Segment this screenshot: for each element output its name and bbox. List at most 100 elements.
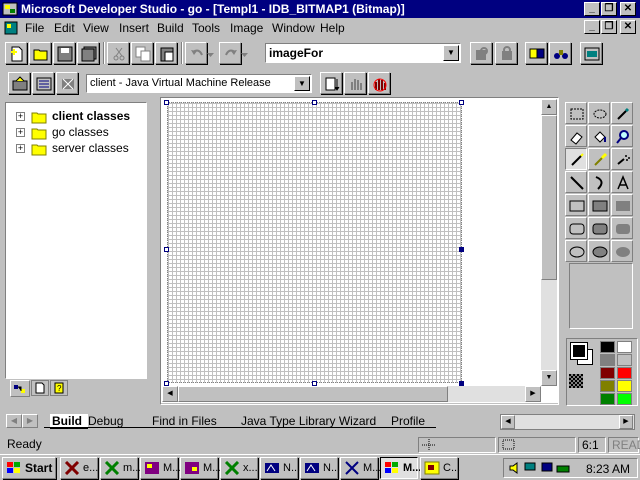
menu-edit[interactable]: Edit [54, 21, 75, 35]
scroll-right-button[interactable]: ▶ [525, 386, 541, 402]
text-tool[interactable] [611, 171, 633, 193]
magnify-tool[interactable] [611, 125, 633, 147]
palette-swatch[interactable] [617, 380, 632, 392]
taskbar-button[interactable]: M... [180, 457, 221, 479]
fill-tool[interactable] [588, 125, 610, 147]
menu-window[interactable]: Window [272, 21, 315, 35]
save-button[interactable] [53, 42, 75, 64]
pick-color-tool[interactable] [611, 102, 633, 124]
paste-button[interactable] [155, 42, 177, 64]
doc-minimize-button[interactable]: _ [584, 20, 600, 34]
taskbar-button[interactable]: C... [420, 457, 460, 479]
workspace-toggle-button[interactable] [525, 42, 547, 64]
palette-swatch[interactable] [600, 393, 615, 405]
tab-find-in-files[interactable]: Find in Files [152, 414, 217, 428]
undo-dropdown[interactable] [205, 42, 217, 64]
expand-icon[interactable]: + [16, 112, 25, 121]
compile-button[interactable] [8, 72, 30, 94]
palette-swatch[interactable] [617, 341, 632, 353]
taskbar-button-active[interactable]: M... [380, 457, 421, 479]
find-in-files-button[interactable] [470, 42, 492, 64]
class-view-tab[interactable] [10, 380, 30, 397]
free-select-tool[interactable] [588, 102, 610, 124]
airbrush-tool[interactable] [611, 148, 633, 170]
select-rect-tool[interactable] [565, 102, 587, 124]
chevron-down-icon[interactable]: ▼ [443, 45, 459, 61]
pencil-tool[interactable] [565, 148, 587, 170]
palette-swatch[interactable] [600, 380, 615, 392]
title-bar[interactable]: Microsoft Developer Studio - go - [Templ… [0, 0, 640, 18]
menu-image[interactable]: Image [230, 21, 263, 35]
scroll-thumb[interactable] [178, 386, 448, 402]
chevron-down-icon[interactable]: ▼ [294, 76, 310, 91]
open-button[interactable] [29, 42, 51, 64]
output-hscrollbar[interactable]: ◀ ▶ [500, 414, 635, 430]
expand-icon[interactable]: + [16, 144, 25, 153]
rectangle-tool[interactable] [565, 194, 587, 216]
taskbar-button[interactable]: e... [60, 457, 98, 479]
file-view-tab[interactable] [31, 380, 49, 396]
remove-breakpoint-button[interactable] [368, 72, 390, 94]
breakpoint-hand-button[interactable] [344, 72, 366, 94]
full-screen-button[interactable] [580, 42, 602, 64]
menu-insert[interactable]: Insert [119, 21, 149, 35]
document-icon[interactable] [3, 20, 19, 36]
close-button[interactable]: ✕ [620, 2, 636, 16]
doc-close-button[interactable]: ✕ [620, 20, 636, 34]
filled-rounded-rect-tool[interactable] [611, 217, 633, 239]
tab-scroll-right-button[interactable]: ▶ [22, 414, 38, 428]
taskbar-button[interactable]: M... [340, 457, 381, 479]
curve-tool[interactable] [588, 171, 610, 193]
printer-tray-icon[interactable] [556, 461, 570, 475]
tool-options-box[interactable] [569, 263, 633, 329]
scroll-right-button[interactable]: ▶ [619, 415, 633, 429]
start-button[interactable]: Start [2, 457, 56, 479]
filled-rectangle-outline-tool[interactable] [588, 194, 610, 216]
go-to-definition-button[interactable] [320, 72, 342, 94]
palette-swatch[interactable] [617, 393, 632, 405]
line-tool[interactable] [565, 171, 587, 193]
taskbar-button[interactable]: N... [260, 457, 300, 479]
taskbar-button[interactable]: x... [220, 457, 258, 479]
copy-button[interactable] [131, 42, 153, 64]
tab-scroll-left-button[interactable]: ◀ [6, 414, 22, 428]
scroll-thumb[interactable] [541, 115, 557, 280]
monitor-tray-icon[interactable] [540, 461, 554, 475]
save-all-button[interactable] [77, 42, 99, 64]
menu-file[interactable]: File [25, 21, 44, 35]
horizontal-scrollbar[interactable]: ◀ ▶ [162, 386, 541, 402]
undo-button[interactable] [185, 42, 207, 64]
palette-swatch[interactable] [617, 367, 632, 379]
build-button[interactable] [32, 72, 54, 94]
configuration-combo[interactable]: client - Java Virtual Machine Release ▼ [86, 74, 312, 93]
scroll-left-button[interactable]: ◀ [501, 415, 515, 429]
new-file-button[interactable] [5, 42, 27, 64]
filled-rectangle-tool[interactable] [611, 194, 633, 216]
info-view-tab[interactable]: ? [50, 380, 68, 396]
expand-icon[interactable]: + [16, 128, 25, 137]
scroll-up-button[interactable]: ▲ [541, 99, 557, 115]
brush-tool[interactable] [588, 148, 610, 170]
taskbar-button[interactable]: M... [140, 457, 181, 479]
bitmap-canvas[interactable] [167, 102, 462, 383]
taskbar-button[interactable]: m... [100, 457, 141, 479]
doc-restore-button[interactable]: ❐ [601, 20, 617, 34]
cut-button[interactable] [107, 42, 129, 64]
redo-dropdown[interactable] [239, 42, 251, 64]
filled-ellipse-outline-tool[interactable] [588, 240, 610, 262]
scroll-down-button[interactable]: ▼ [541, 370, 557, 386]
palette-swatch[interactable] [600, 354, 615, 366]
eraser-tool[interactable] [565, 125, 587, 147]
minimize-button[interactable]: _ [584, 2, 600, 16]
scroll-left-button[interactable]: ◀ [162, 386, 178, 402]
transparent-color-swatch[interactable] [569, 374, 583, 388]
tab-java-type-library-wizard[interactable]: Java Type Library Wizard [241, 414, 376, 428]
maximize-button[interactable]: ❐ [601, 2, 617, 16]
rounded-rect-tool[interactable] [565, 217, 587, 239]
output-toggle-button[interactable] [549, 42, 571, 64]
tab-profile[interactable]: Profile [391, 414, 425, 428]
ellipse-tool[interactable] [565, 240, 587, 262]
network-tray-icon[interactable] [524, 461, 538, 475]
palette-swatch[interactable] [600, 341, 615, 353]
foreground-color-swatch[interactable] [570, 342, 588, 360]
